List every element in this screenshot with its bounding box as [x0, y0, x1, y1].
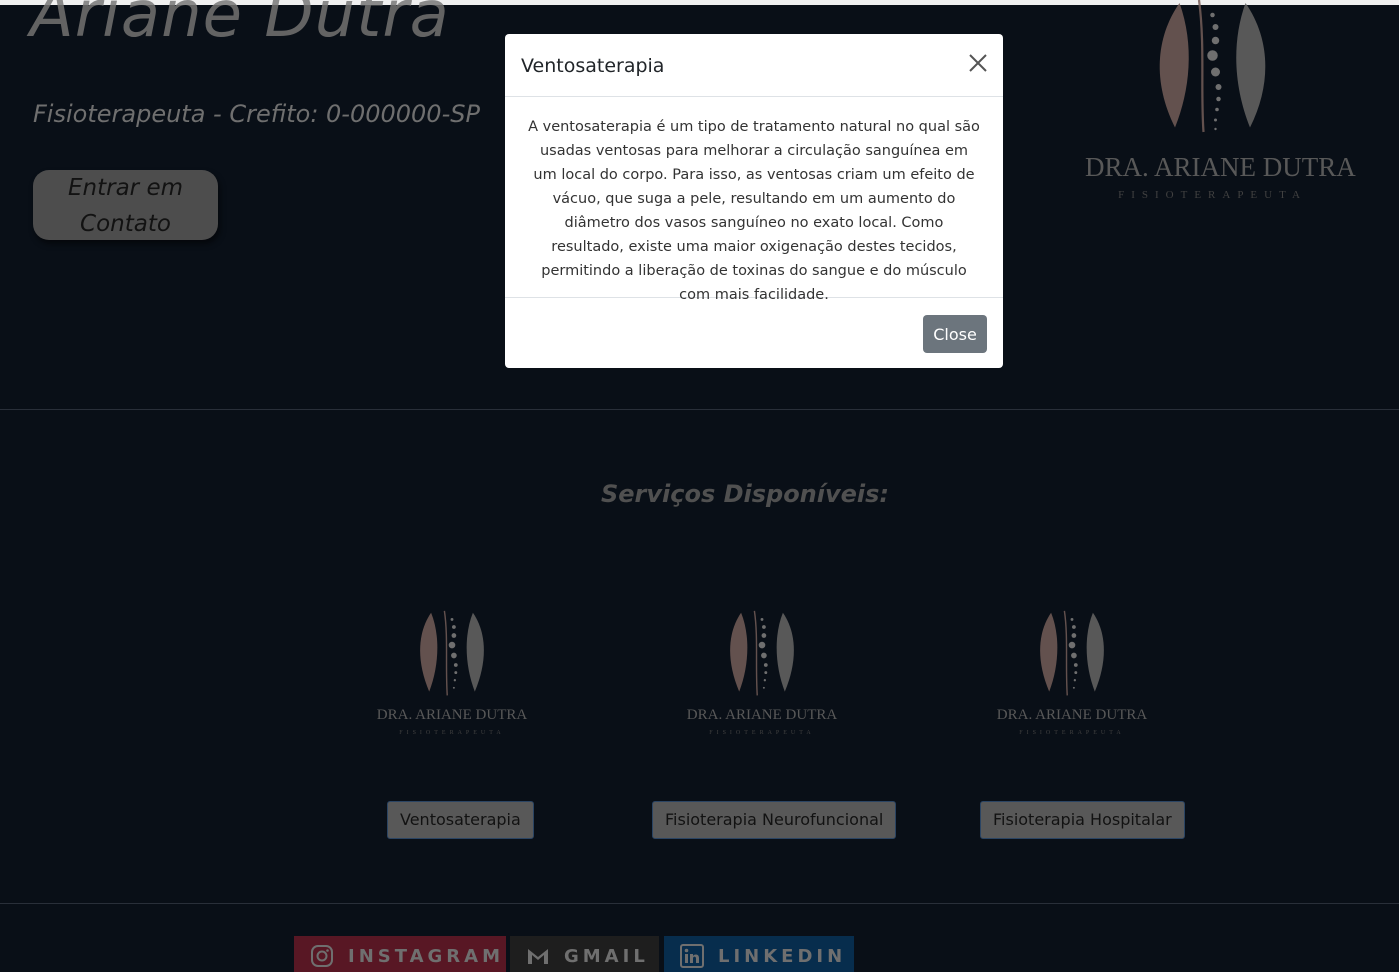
page: Ariane Dutra Fisioterapeuta - Crefito: 0…: [0, 0, 1399, 972]
modal-footer: Close: [505, 298, 1003, 368]
modal-body: A ventosaterapia é um tipo de tratamento…: [505, 97, 1003, 303]
modal-title: Ventosaterapia: [521, 55, 665, 77]
modal-header: Ventosaterapia: [505, 34, 1003, 97]
close-button[interactable]: Close: [923, 315, 987, 353]
modal-dialog: Ventosaterapia A ventosaterapia é um tip…: [505, 34, 1003, 368]
close-icon[interactable]: [967, 52, 989, 74]
